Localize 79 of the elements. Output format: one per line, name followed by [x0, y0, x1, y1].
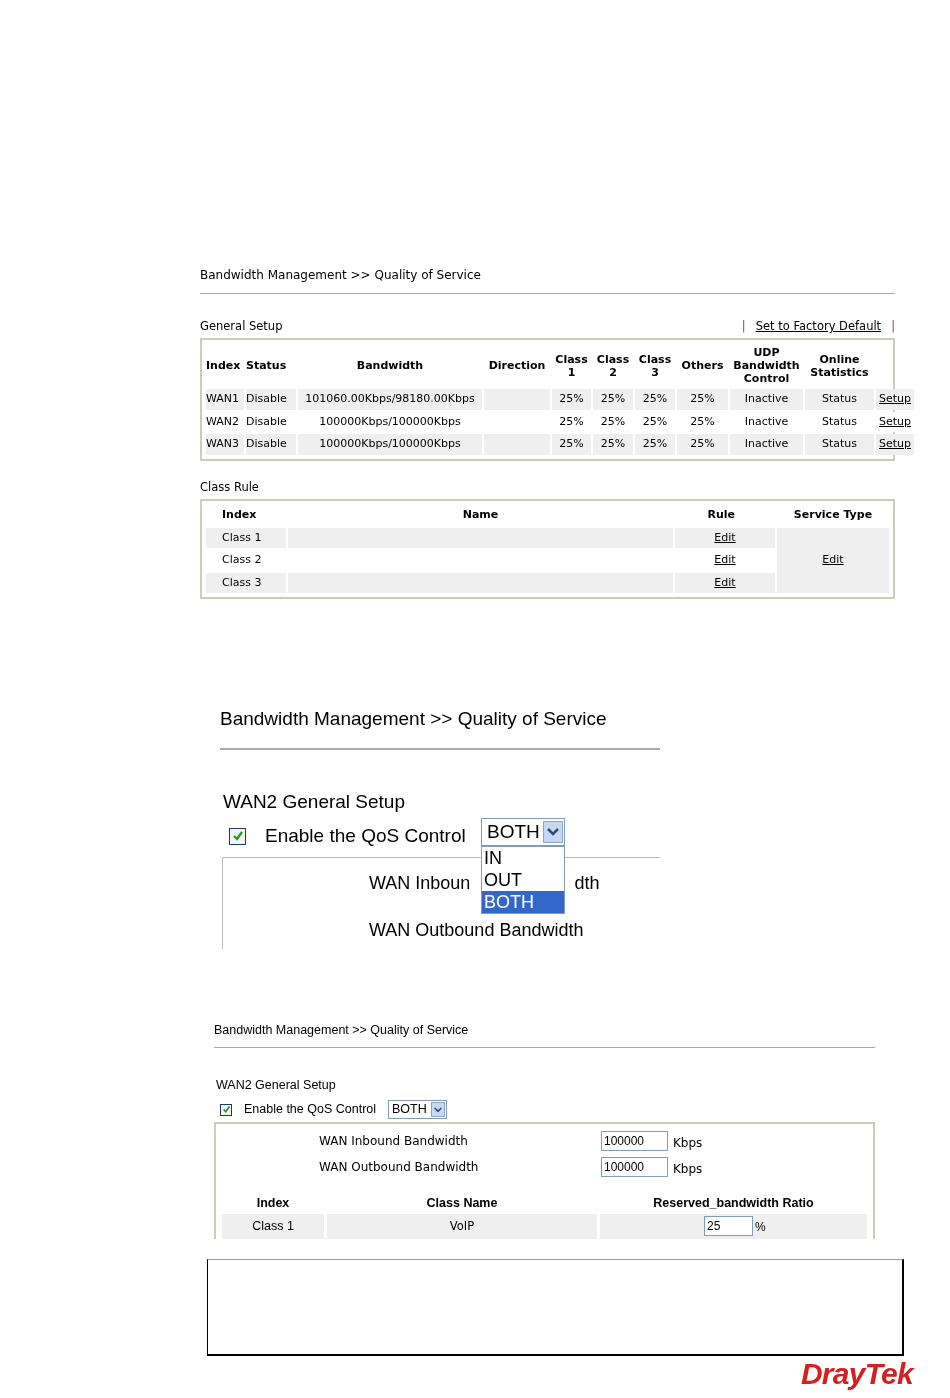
column-header: Others	[680, 358, 725, 375]
table-cell: 101060.00Kbps/98180.00Kbps	[298, 389, 482, 410]
table-cell: Class 1	[206, 527, 286, 548]
field-label: dth	[574, 871, 600, 895]
table-cell: WAN1	[206, 389, 244, 410]
section-heading: Class Rule	[200, 478, 260, 496]
column-header: Bandwidth	[355, 358, 425, 375]
setup-link[interactable]: Setup	[876, 434, 914, 455]
ratio-input[interactable]: 25	[704, 1216, 753, 1237]
field-label: WAN Outbound Bandwidth	[319, 1159, 480, 1176]
table-cell: Disable	[246, 389, 296, 410]
table-cell: 25%	[635, 434, 675, 455]
bandwidth-input[interactable]: 100000	[601, 1131, 668, 1151]
column-header: Class 1	[554, 351, 589, 381]
column-header: Index	[221, 507, 258, 523]
checkbox[interactable]	[220, 1103, 232, 1116]
field-label: WAN Outbound Bandwidth	[369, 918, 584, 942]
page-title: Bandwidth Management >> Quality of Service	[214, 1021, 470, 1039]
checkbox-label: Enable the QoS Control	[265, 824, 466, 848]
column-header: Rule	[706, 507, 736, 523]
table-cell: 25%	[552, 389, 591, 410]
brand-logo: DrayTek	[800, 1356, 913, 1392]
separator: |	[891, 318, 895, 335]
table-cell: 25%	[677, 434, 728, 455]
column-header: Reserved_bandwidth Ratio	[652, 1195, 815, 1212]
table-cell: 25%	[593, 434, 633, 455]
table-cell: Status	[805, 434, 874, 455]
checkbox[interactable]	[229, 827, 246, 845]
edit-link[interactable]: Edit	[822, 553, 844, 566]
page-title: Bandwidth Management >> Quality of Service	[200, 267, 482, 284]
caret-icon	[543, 821, 563, 843]
table-cell: Class 3	[206, 572, 286, 593]
table-cell: Inactive	[730, 389, 803, 410]
column-header: Class 3	[637, 351, 673, 381]
table-cell: 25%	[635, 389, 675, 410]
direction-select[interactable]: BOTH	[481, 818, 565, 846]
section-heading: WAN2 General Setup	[223, 789, 406, 814]
bandwidth-input[interactable]: 100000	[601, 1157, 668, 1177]
column-header: Index	[206, 358, 242, 375]
table-cell: Inactive	[730, 434, 803, 455]
factory-default-link[interactable]: Set to Factory Default	[755, 318, 882, 336]
dropdown-option[interactable]: BOTH	[482, 891, 564, 913]
table-cell: Class 1	[222, 1213, 324, 1239]
page-title: Bandwidth Management >> Quality of Service	[220, 707, 608, 731]
section-heading: WAN2 General Setup	[216, 1077, 337, 1095]
unit-label: Kbps	[673, 1160, 703, 1178]
field-label: WAN Inbound Bandwidth	[319, 1133, 469, 1150]
setup-link[interactable]: Setup	[876, 389, 914, 410]
table-cell: WAN3	[206, 434, 244, 455]
column-header: Service Type	[792, 507, 874, 523]
edit-link[interactable]: Edit	[714, 575, 736, 589]
table-cell: Disable	[246, 434, 296, 455]
dropdown-option[interactable]: OUT	[482, 869, 564, 891]
table-cell: Status	[805, 389, 874, 410]
table-cell: 25%	[552, 434, 591, 455]
column-header: Class 2	[595, 351, 631, 381]
edit-link[interactable]: Edit	[714, 530, 736, 544]
unit-label: %	[755, 1219, 766, 1237]
separator: |	[741, 318, 746, 335]
table-cell: VoIP	[327, 1213, 597, 1239]
caret-icon	[430, 1102, 445, 1117]
table-cell: 100000Kbps/100000Kbps	[298, 434, 482, 455]
dropdown-option[interactable]: IN	[482, 847, 564, 869]
column-header: Name	[461, 507, 500, 523]
edit-link[interactable]: Edit	[714, 553, 736, 566]
table-cell: 25%	[593, 389, 633, 410]
setup-link[interactable]: Setup	[876, 411, 914, 433]
column-header: Online Statistics	[809, 351, 870, 381]
field-label: WAN Inboun	[369, 871, 471, 895]
direction-select[interactable]: BOTH	[388, 1100, 447, 1119]
column-header: UDP Bandwidth Control	[732, 345, 801, 388]
checkbox-label: Enable the QoS Control	[244, 1101, 377, 1119]
column-header: Class Name	[425, 1195, 499, 1212]
column-header: Index	[255, 1195, 291, 1212]
section-heading: General Setup	[200, 318, 283, 335]
unit-label: Kbps	[673, 1134, 703, 1152]
column-header: Status	[246, 358, 288, 375]
table-cell: 25%	[677, 389, 728, 410]
column-header: Direction	[487, 358, 547, 375]
